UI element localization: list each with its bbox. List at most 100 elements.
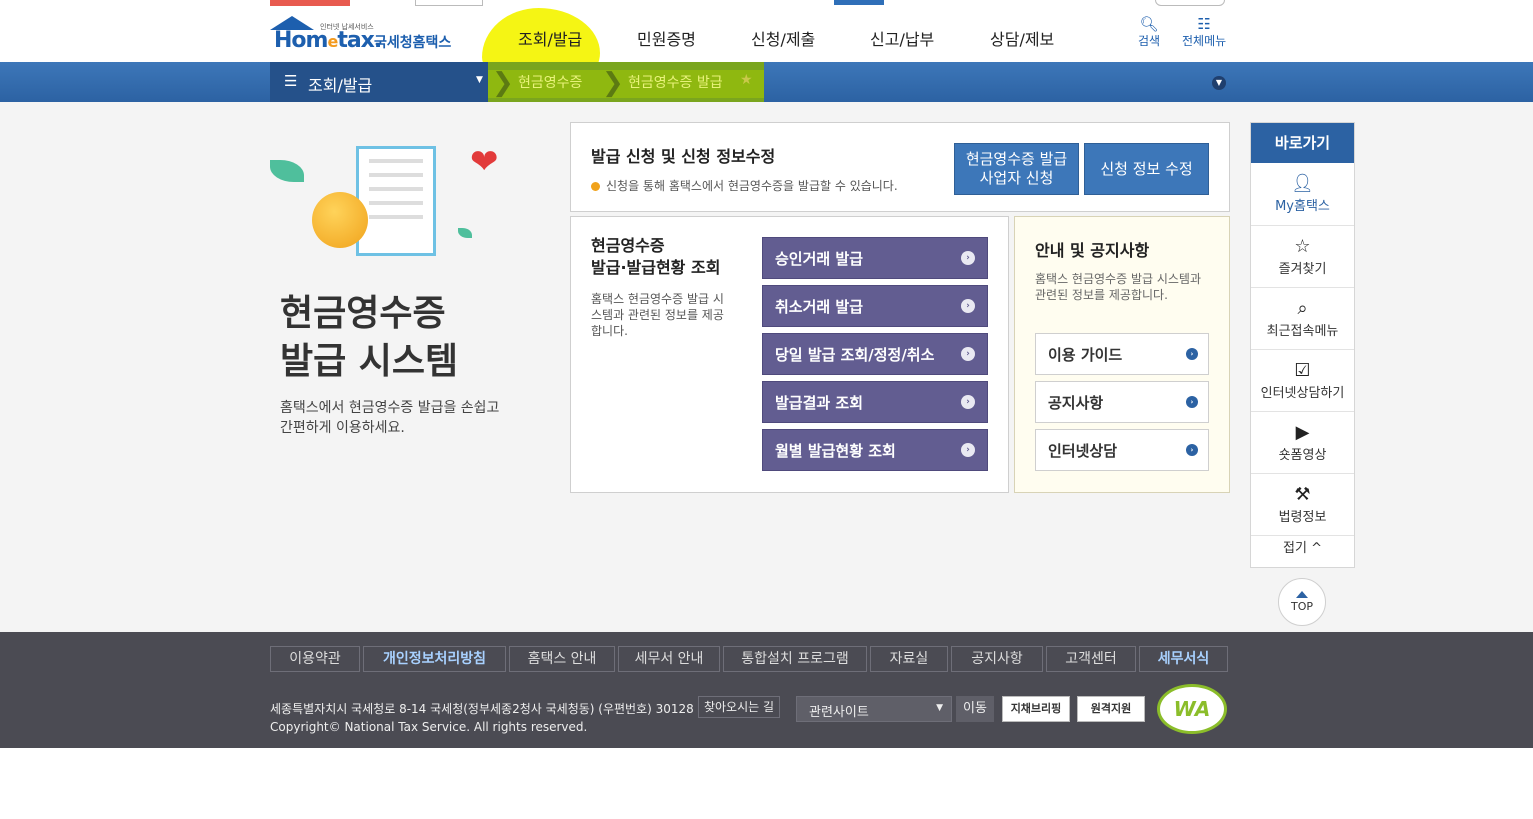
footer-customer-center[interactable]: 고객센터 (1046, 646, 1136, 672)
gnb-report-pay[interactable]: 신고/납부 (870, 26, 934, 50)
arrow-right-icon: › (1186, 396, 1198, 408)
footer-hometax-guide[interactable]: 홈택스 안내 (509, 646, 615, 672)
top-blue-button[interactable] (834, 0, 884, 5)
user-icon: 👤︎ (1291, 173, 1314, 194)
quick-internet-consult[interactable]: ☑ 인터넷상담하기 (1251, 349, 1354, 411)
edit-application-button[interactable]: 신청 정보 수정 (1084, 143, 1209, 195)
quick-favorites[interactable]: ☆ 즐겨찾기 (1251, 225, 1354, 287)
leaf-icon (458, 228, 472, 238)
arrow-right-icon: › (961, 347, 975, 361)
breadcrumb-cash-receipt-issue[interactable]: 현금영수증 발급 (628, 72, 723, 92)
receipt-illustration: ❤ (270, 142, 510, 262)
footer-tax-forms[interactable]: 세무서식 (1139, 646, 1228, 672)
caret-down-icon: ▼ (476, 75, 483, 85)
breadcrumb-separator-icon: ❯ (492, 68, 514, 98)
gnb-consult-report[interactable]: 상담/제보 (990, 26, 1054, 50)
bullet-icon (591, 182, 600, 191)
apply-card-note: 신청을 통해 홈택스에서 현금영수증을 발급할 수 있습니다. (591, 177, 898, 194)
receipt-paper-icon (356, 146, 436, 256)
smiley-face-icon (312, 192, 368, 248)
arrow-right-icon: › (961, 443, 975, 457)
top-toggle-box[interactable] (1155, 0, 1225, 6)
caret-down-icon: ▼ (936, 703, 943, 713)
arrow-right-icon: › (961, 395, 975, 409)
same-day-inquiry-button[interactable]: 당일 발급 조회/정정/취소 › (762, 333, 988, 375)
footer-address: 세종특별자치시 국세청로 8-14 국세청(정부세종2청사 국세청동) (우편번… (270, 702, 694, 716)
arrow-right-icon: › (1186, 348, 1198, 360)
star-icon: ☆ (1294, 236, 1311, 257)
issue-card-description: 홈택스 현금영수증 발급 시스템과 관련된 정보를 제공합니다. (591, 292, 724, 338)
header: 인터넷 납세서비스 Hometax. 국세청홈택스 조회/발급 민원증명 신청/… (0, 8, 1533, 90)
footer-install-program[interactable]: 통합설치 프로그램 (723, 646, 867, 672)
sub-navigation-bar: ☰ 조회/발급 ▼ ❯ 현금영수증 ❯ 현금영수증 발급 ★ ▼ (0, 62, 1533, 102)
favorite-star-icon[interactable]: ★ (740, 72, 753, 88)
footer-notices[interactable]: 공지사항 (951, 646, 1043, 672)
footer: 이용약관 개인정보처리방침 홈택스 안내 세무서 안내 통합설치 프로그램 자료… (0, 632, 1533, 748)
policy-briefing-badge[interactable]: 지채브리핑 (1002, 696, 1070, 722)
quick-fold-button[interactable]: 접기 ^ (1251, 535, 1354, 564)
internet-consult-button[interactable]: 인터넷상담 › (1035, 429, 1209, 471)
quick-my-hometax[interactable]: 👤︎ My홈택스 (1251, 163, 1354, 225)
heart-icon: ❤ (470, 142, 499, 182)
arrow-up-icon (1296, 591, 1308, 598)
notice-card-title: 안내 및 공지사항 (1035, 241, 1150, 260)
logo-korean: 국세청홈택스 (374, 35, 452, 51)
footer-office-guide[interactable]: 세무서 안내 (618, 646, 720, 672)
all-menu-button[interactable]: ☷ 전체메뉴 (1182, 16, 1226, 49)
gavel-icon: ⚒ (1294, 484, 1311, 505)
quick-menu-title: 바로가기 (1251, 123, 1354, 163)
usage-guide-button[interactable]: 이용 가이드 › (1035, 333, 1209, 375)
arrow-right-icon: › (961, 299, 975, 313)
quick-recent-menu[interactable]: ⌕ 최근접속메뉴 (1251, 287, 1354, 349)
arrow-right-icon: › (1186, 444, 1198, 456)
footer-copyright: Copyright© National Tax Service. All rig… (270, 720, 588, 734)
scroll-top-button[interactable]: TOP (1278, 578, 1326, 626)
notice-card: 안내 및 공지사항 홈택스 현금영수증 발급 시스템과 관련된 정보를 제공합니… (1014, 216, 1230, 493)
cancel-issue-button[interactable]: 취소거래 발급 › (762, 285, 988, 327)
quick-shortform-video[interactable]: ▶︎ 숏폼영상 (1251, 411, 1354, 473)
related-move-button[interactable]: 이동 (956, 696, 994, 722)
page-description: 홈택스에서 현금영수증 발급을 손쉽고 간편하게 이용하세요. (280, 400, 500, 436)
monthly-status-button[interactable]: 월별 발급현황 조회 › (762, 429, 988, 471)
footer-privacy[interactable]: 개인정보처리방침 (363, 646, 506, 672)
page-title: 현금영수증 발급 시스템 (280, 293, 459, 382)
approval-issue-button[interactable]: 승인거래 발급 › (762, 237, 988, 279)
expand-chevron-icon[interactable]: ▼ (1212, 76, 1226, 90)
breadcrumb-separator-icon: ❯ (602, 68, 624, 98)
laptop-check-icon: ☑ (1294, 360, 1311, 381)
quick-menu: 바로가기 👤︎ My홈택스 ☆ 즐겨찾기 ⌕ 최근접속메뉴 ☑ 인터넷상담하기 ▶︎ 숏폼… (1250, 122, 1355, 568)
arrow-right-icon: › (961, 251, 975, 265)
grid-icon: ☷ (1197, 15, 1211, 33)
related-sites-select[interactable]: 관련사이트 ▼ (796, 696, 952, 722)
gnb-civil-certificate[interactable]: 민원증명 (637, 26, 696, 50)
search-icon: 🔍︎ (1139, 15, 1159, 33)
recent-search-icon: ⌕ (1297, 298, 1308, 319)
issue-result-button[interactable]: 발급결과 조회 › (762, 381, 988, 423)
footer-terms[interactable]: 이용약관 (270, 646, 360, 672)
apply-card-title: 발급 신청 및 신청 정보수정 (591, 147, 776, 166)
footer-archive[interactable]: 자료실 (870, 646, 948, 672)
hometax-logo[interactable]: 인터넷 납세서비스 Hometax. 국세청홈택스 (270, 14, 460, 58)
web-accessibility-mark: WA (1157, 684, 1227, 734)
top-select-box[interactable] (415, 0, 483, 6)
gnb-apply-submit[interactable]: 신청/제출 (751, 26, 815, 50)
top-red-tab[interactable] (270, 0, 350, 6)
notices-button[interactable]: 공지사항 › (1035, 381, 1209, 423)
breadcrumb: ❯ 현금영수증 ❯ 현금영수증 발급 ★ (488, 62, 764, 102)
find-location-button[interactable]: 찾아오시는 길 (698, 696, 780, 718)
quick-law-info[interactable]: ⚒ 법령정보 (1251, 473, 1354, 535)
logo-brand: Hometax. (274, 28, 382, 53)
main-content: ❤ 현금영수증 발급 시스템 홈택스에서 현금영수증 발급을 손쉽고 간편하게 … (0, 102, 1533, 632)
leaf-icon (270, 160, 304, 182)
top-utility-strip (0, 0, 1533, 8)
business-registration-button[interactable]: 현금영수증 발급 사업자 신청 (954, 143, 1079, 195)
breadcrumb-cash-receipt[interactable]: 현금영수증 (518, 72, 582, 92)
issue-card-title: 현금영수증 발급·발급현황 조회 (591, 236, 721, 277)
hamburger-icon: ☰ (284, 72, 298, 90)
search-button[interactable]: 🔍︎ 검색 (1138, 16, 1160, 49)
issue-card: 현금영수증 발급·발급현황 조회 홈택스 현금영수증 발급 시스템과 관련된 정보… (570, 216, 1009, 493)
remote-support-badge[interactable]: 원격지원 (1077, 696, 1145, 722)
apply-card: 발급 신청 및 신청 정보수정 신청을 통해 홈택스에서 현금영수증을 발급할 … (570, 122, 1230, 212)
gnb-inquiry-issue[interactable]: 조회/발급 (518, 26, 582, 50)
category-menu-dropdown[interactable]: ☰ 조회/발급 ▼ (270, 62, 488, 102)
